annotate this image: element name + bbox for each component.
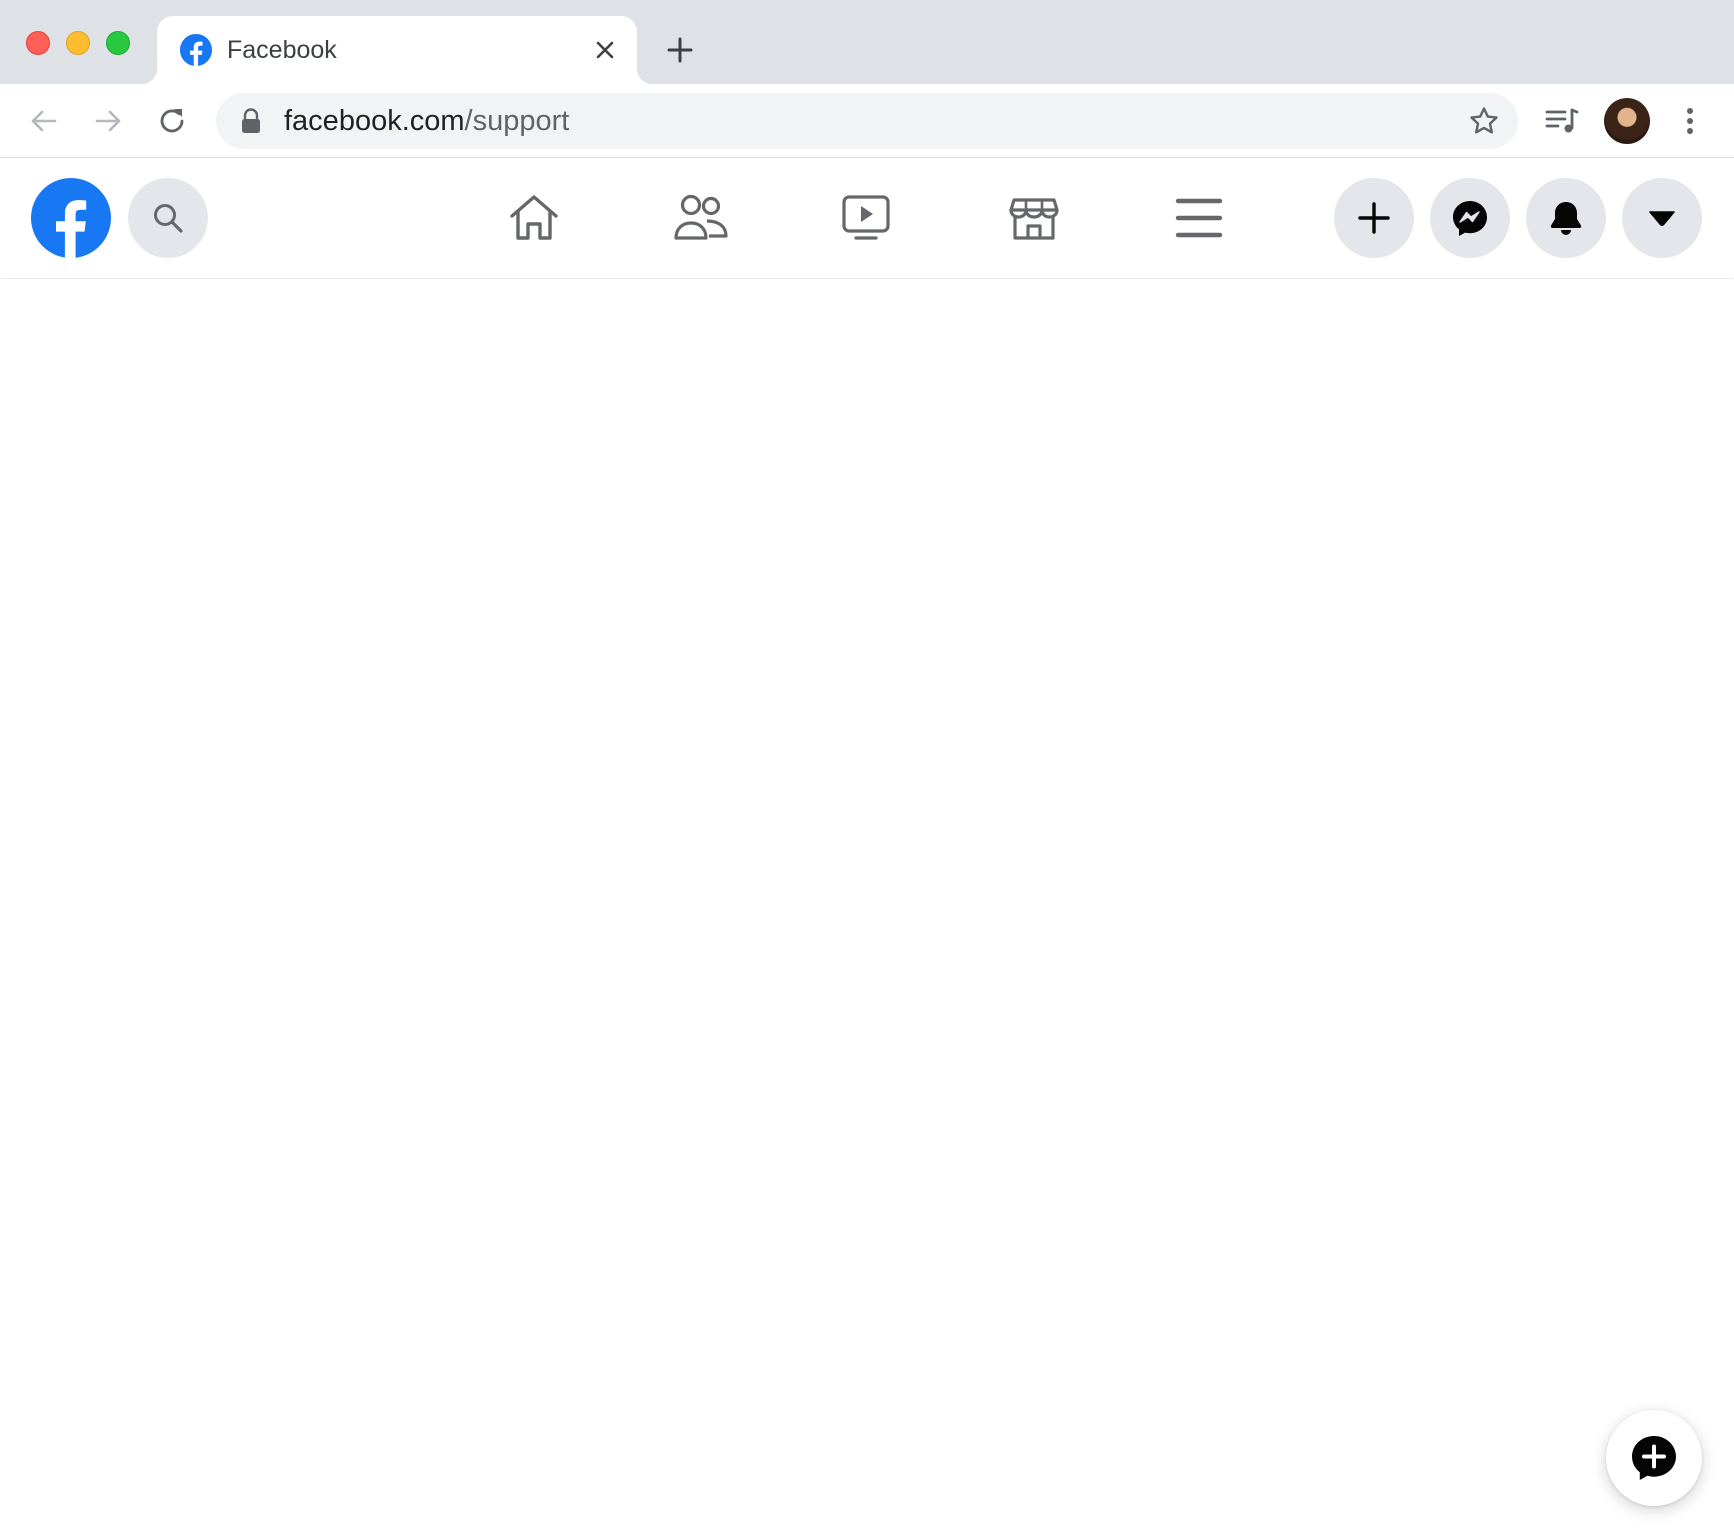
browser-tab-facebook[interactable]: Facebook [141,16,653,84]
watch-icon[interactable] [838,190,894,246]
create-button[interactable] [1334,178,1414,258]
browser-menu-kebab-icon[interactable] [1670,101,1710,141]
facebook-logo-icon[interactable] [31,178,111,258]
messenger-button[interactable] [1430,178,1510,258]
new-message-plus-icon [1632,1436,1676,1480]
friends-icon[interactable] [673,190,729,246]
browser-toolbar: facebook.com/support [0,84,1734,158]
window-maximize-button[interactable] [106,31,130,55]
new-message-button[interactable] [1606,1410,1702,1506]
window-close-button[interactable] [26,31,50,55]
tab-close-icon[interactable] [591,36,619,64]
lock-icon [242,108,260,133]
profile-avatar[interactable] [1604,98,1650,144]
forward-arrow-icon[interactable] [88,101,128,141]
notifications-button[interactable] [1526,178,1606,258]
menu-icon[interactable] [1171,190,1227,246]
main-content [0,279,1734,1536]
facebook-top-navbar [0,158,1734,278]
create-icon [1358,202,1390,234]
browser-tab-strip: Facebook [0,0,1734,84]
search-icon [154,204,183,233]
reload-icon[interactable] [152,101,192,141]
messenger-icon [1453,201,1487,236]
url-text: facebook.com/support [284,104,569,138]
new-tab-plus-icon[interactable] [662,32,698,68]
account-caret-icon [1649,211,1675,226]
back-arrow-icon[interactable] [24,101,64,141]
window-minimize-button[interactable] [66,31,90,55]
tab-title: Facebook [227,36,337,64]
home-icon[interactable] [506,190,562,246]
notifications-icon [1550,202,1582,235]
account-button[interactable] [1622,178,1702,258]
media-queue-icon[interactable] [1542,101,1582,141]
url-path: /support [464,105,570,137]
marketplace-icon[interactable] [1006,190,1062,246]
address-bar[interactable]: facebook.com/support [216,93,1518,149]
search-button[interactable] [128,178,208,258]
url-host: facebook.com [284,105,465,137]
bookmark-star-icon[interactable] [1468,105,1500,137]
facebook-favicon-icon [179,33,213,67]
